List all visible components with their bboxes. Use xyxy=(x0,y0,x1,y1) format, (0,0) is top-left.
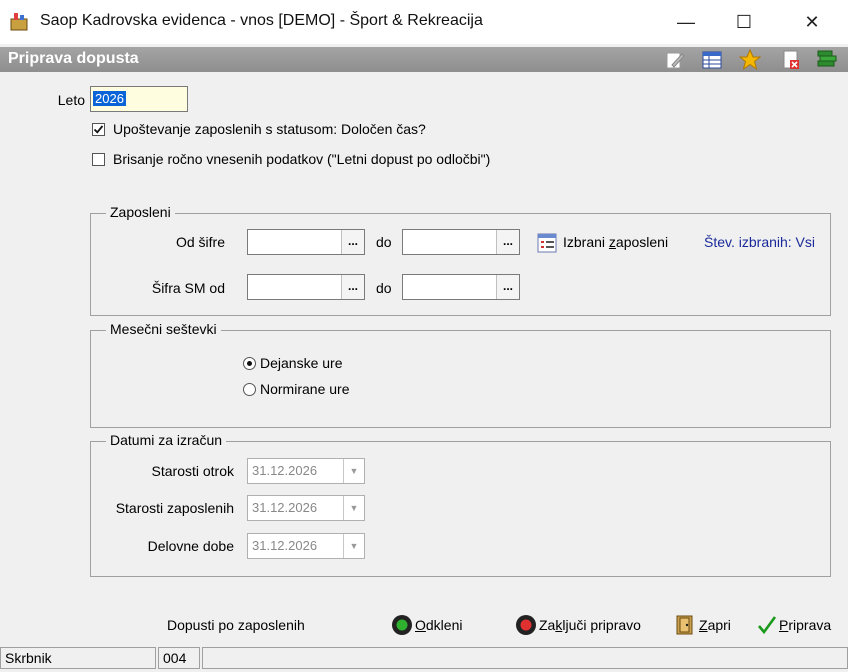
status-code: 004 xyxy=(158,647,200,669)
starosti-otrok-value: 31.12.2026 xyxy=(252,463,318,478)
izbrani-suffix: aposleni xyxy=(615,234,669,250)
normirane-ure-radio[interactable] xyxy=(243,383,256,396)
normirane-ure-label: Normirane ure xyxy=(260,381,350,397)
minimize-button[interactable]: — xyxy=(658,0,714,44)
odkleni-button[interactable]: Odkleni xyxy=(391,614,462,636)
zakljuci-pripravo-button[interactable]: Zaključi pripravo xyxy=(515,614,641,636)
izbrani-prefix: Izbrani xyxy=(563,234,609,250)
green-light-icon xyxy=(392,615,412,635)
books-icon[interactable] xyxy=(816,49,838,71)
delovne-dobe-value: 31.12.2026 xyxy=(252,538,318,553)
chevron-down-icon[interactable]: ▼ xyxy=(343,496,364,520)
red-light-icon xyxy=(516,615,536,635)
odkleni-hotkey: O xyxy=(415,617,426,633)
checkmark-icon xyxy=(93,125,104,134)
sifra-sm-label: Šifra SM od xyxy=(151,280,225,296)
od-sifre-lookup-button[interactable]: ... xyxy=(341,230,364,254)
starosti-otrok-label: Starosti otrok xyxy=(151,463,234,479)
form-title: Priprava dopusta xyxy=(8,50,139,67)
zapri-label: apri xyxy=(707,617,731,633)
leto-value: 2026 xyxy=(93,91,126,106)
dejanske-ure-label: Dejanske ure xyxy=(260,355,343,371)
title-bar: Saop Kadrovska evidenca - vnos [DEMO] - … xyxy=(0,0,848,44)
brisanje-label: Brisanje ročno vnesenih podatkov ("Letni… xyxy=(113,151,491,167)
app-icon xyxy=(10,13,28,31)
odkleni-label: dkleni xyxy=(425,617,463,633)
stevilo-izbranih: Štev. izbranih: Vsi xyxy=(704,234,816,250)
izbrani-hotkey: z xyxy=(608,234,616,250)
status-bar: Skrbnik 004 xyxy=(0,646,848,672)
zakljuci-prefix: Za xyxy=(539,617,556,633)
sifra-sm-od-lookup-button[interactable]: ... xyxy=(341,275,364,299)
list-icon xyxy=(537,233,557,253)
sifra-sm-od-input[interactable]: ... xyxy=(247,274,365,300)
priprava-label: riprava xyxy=(788,617,832,633)
zaposleni-legend: Zaposleni xyxy=(106,204,175,220)
statusom-checkbox[interactable] xyxy=(92,123,105,136)
close-button[interactable]: ✕ xyxy=(784,0,840,44)
starosti-zaposlenih-date[interactable]: 31.12.2026 ▼ xyxy=(247,495,365,521)
dopusti-po-zaposlenih-link[interactable]: Dopusti po zaposlenih xyxy=(167,617,305,633)
chevron-down-icon[interactable]: ▼ xyxy=(343,459,364,483)
brisanje-checkbox[interactable] xyxy=(92,153,105,166)
star-icon[interactable] xyxy=(739,49,761,71)
od-sifre-label: Od šifre xyxy=(175,234,225,250)
window-title: Saop Kadrovska evidenca - vnos [DEMO] - … xyxy=(40,12,483,29)
izbrani-zaposleni-button[interactable]: Izbrani zaposleni xyxy=(563,234,668,250)
chevron-down-icon[interactable]: ▼ xyxy=(343,534,364,558)
maximize-button[interactable]: ☐ xyxy=(716,0,772,44)
starosti-zaposlenih-label: Starosti zaposlenih xyxy=(115,500,234,516)
form-header: Priprava dopusta xyxy=(0,47,848,72)
door-icon xyxy=(676,615,693,635)
zakljuci-label: ljuči pripravo xyxy=(562,617,641,633)
mesecni-legend: Mesečni seštevki xyxy=(106,321,221,337)
sifra-sm-do-input[interactable]: ... xyxy=(402,274,520,300)
sifra-sm-do-lookup-button[interactable]: ... xyxy=(496,275,519,299)
table-icon[interactable] xyxy=(701,49,723,71)
leto-label: Leto xyxy=(57,92,85,108)
edit-icon[interactable] xyxy=(664,49,686,71)
zapri-hotkey: Z xyxy=(699,617,708,633)
datumi-legend: Datumi za izračun xyxy=(106,432,227,448)
do-label-1: do xyxy=(376,234,392,250)
do-sifre-input[interactable]: ... xyxy=(402,229,520,255)
status-message xyxy=(202,647,848,669)
delete-doc-icon[interactable] xyxy=(780,49,802,71)
mesecni-group xyxy=(90,330,831,428)
starosti-otrok-date[interactable]: 31.12.2026 ▼ xyxy=(247,458,365,484)
do-sifre-lookup-button[interactable]: ... xyxy=(496,230,519,254)
priprava-hotkey: P xyxy=(779,617,789,633)
priprava-button[interactable]: Priprava xyxy=(757,614,831,636)
statusom-label: Upoštevanje zaposlenih s statusom: Določ… xyxy=(113,121,426,137)
od-sifre-input[interactable]: ... xyxy=(247,229,365,255)
delovne-dobe-label: Delovne dobe xyxy=(147,538,234,554)
status-user: Skrbnik xyxy=(0,647,156,669)
dejanske-ure-radio[interactable] xyxy=(243,357,256,370)
starosti-zaposlenih-value: 31.12.2026 xyxy=(252,500,318,515)
zapri-button[interactable]: Zapri xyxy=(674,614,731,636)
do-label-2: do xyxy=(376,280,392,296)
leto-input[interactable]: 2026 xyxy=(90,86,188,112)
checkmark-icon xyxy=(758,616,777,635)
delovne-dobe-date[interactable]: 31.12.2026 ▼ xyxy=(247,533,365,559)
